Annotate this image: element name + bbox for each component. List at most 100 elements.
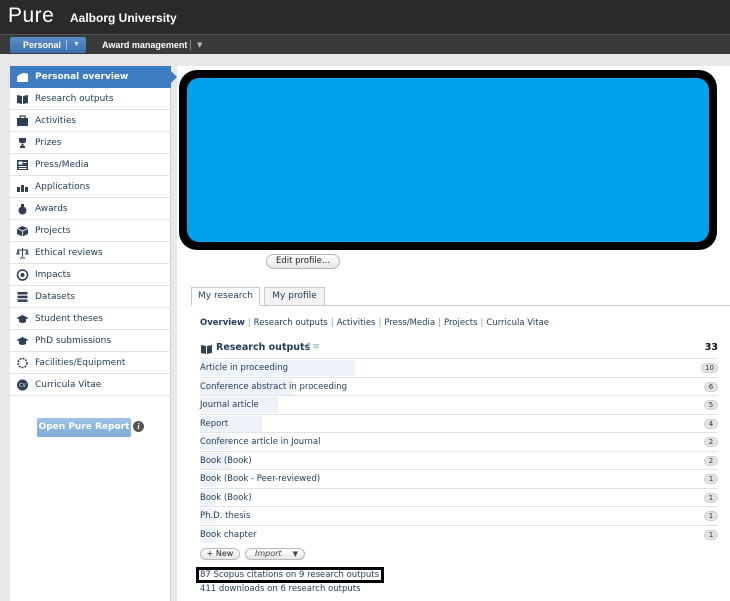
newspaper-icon	[16, 159, 29, 171]
money-bag-icon	[16, 203, 29, 215]
sidebar-item-label: Prizes	[35, 138, 62, 148]
table-row[interactable]: Article in proceeding 10	[200, 358, 718, 377]
subnav-curricula-vitae[interactable]: Curricula Vitae	[486, 318, 549, 328]
sidebar-item-activities[interactable]: Activities	[10, 110, 171, 132]
subnav-research-outputs[interactable]: Research outputs	[254, 318, 328, 328]
pure-logo[interactable]: Pure	[8, 4, 54, 28]
sidebar: Personal overview Research outputs Activ…	[10, 66, 177, 601]
research-output-type-link[interactable]: Book (Book)	[200, 452, 252, 470]
table-row[interactable]: Report 4	[200, 413, 718, 433]
table-row[interactable]: Conference article in Journal 2	[200, 432, 718, 451]
count-badge: 4	[704, 418, 718, 429]
chevron-down-icon[interactable]: ▼	[73, 37, 80, 53]
sidebar-item-awards[interactable]: Awards	[10, 198, 171, 220]
applications-icon	[16, 181, 29, 193]
downloads-link[interactable]: 411 downloads on 6 research outputs	[200, 584, 361, 594]
sidebar-item-curricula-vitae[interactable]: CV Curricula Vitae	[10, 374, 171, 396]
count-badge: 5	[704, 400, 718, 410]
research-output-type-link[interactable]: Book (Book - Peer-reviewed)	[200, 470, 320, 488]
edit-profile-button[interactable]: Edit profile...	[266, 254, 340, 269]
count-badge: 1	[704, 474, 718, 484]
sidebar-item-phd-submissions[interactable]: PhD submissions	[10, 330, 171, 352]
scopus-citations-link[interactable]: 87 Scopus citations on 9 research output…	[200, 570, 379, 580]
research-output-type-link[interactable]: Report	[200, 415, 228, 433]
sidebar-item-impacts[interactable]: Impacts	[10, 264, 171, 286]
table-row[interactable]: Book (Book) 2	[200, 450, 718, 470]
research-output-type-link[interactable]: Book (Book)	[200, 489, 252, 507]
nav-personal-tab[interactable]: Personal ▼	[10, 37, 86, 53]
book-icon	[200, 343, 213, 358]
main-content: Edit profile... My research My profile O…	[177, 66, 730, 601]
subnav-projects[interactable]: Projects	[444, 318, 478, 328]
new-button-label: New	[215, 549, 234, 558]
sort-icon[interactable]: ↑≡	[305, 342, 320, 352]
subnav-activities[interactable]: Activities	[337, 318, 376, 328]
main-navbar: Personal ▼ Award management ▼	[0, 34, 730, 54]
research-outputs-title[interactable]: Research outputs	[216, 342, 310, 353]
count-badge: 1	[704, 511, 718, 521]
research-output-type-link[interactable]: Conference article in Journal	[200, 433, 321, 451]
sidebar-item-applications[interactable]: Applications	[10, 176, 171, 198]
tab-my-profile[interactable]: My profile	[264, 287, 325, 306]
table-row[interactable]: Book (Book) 1	[200, 487, 718, 507]
table-row[interactable]: Ph.D. thesis 1	[200, 506, 718, 525]
organization-name: Aalborg University	[70, 11, 177, 25]
profile-card-fill	[187, 78, 709, 242]
subnav-press-media[interactable]: Press/Media	[384, 318, 435, 328]
sidebar-item-label: Awards	[35, 204, 68, 214]
sidebar-item-datasets[interactable]: Datasets	[10, 286, 171, 308]
scales-icon	[16, 247, 29, 259]
sidebar-item-label: Projects	[35, 226, 71, 236]
nav-separator	[190, 40, 191, 50]
briefcase-icon	[16, 115, 29, 127]
impact-icon	[16, 269, 29, 281]
table-row[interactable]: Book (Book - Peer-reviewed) 1	[200, 469, 718, 488]
sidebar-item-label: Datasets	[35, 292, 75, 302]
research-output-type-link[interactable]: Ph.D. thesis	[200, 507, 250, 525]
nav-separator	[66, 40, 67, 50]
research-output-type-link[interactable]: Book chapter	[200, 526, 257, 544]
sidebar-item-press-media[interactable]: Press/Media	[10, 154, 171, 176]
table-row[interactable]: Book chapter 1	[200, 524, 718, 544]
sidebar-item-projects[interactable]: Projects	[10, 220, 171, 242]
research-outputs-header: Research outputs ↑≡ 33	[200, 342, 718, 356]
sidebar-item-personal-overview[interactable]: Personal overview	[10, 66, 177, 88]
top-header: Pure Aalborg University	[0, 0, 730, 34]
sidebar-item-label: Personal overview	[35, 72, 129, 82]
graduation-cap-icon	[16, 313, 29, 325]
sidebar-item-label: Activities	[35, 116, 77, 126]
cv-icon: CV	[16, 379, 29, 391]
cube-icon	[16, 225, 29, 237]
sidebar-item-label: Research outputs	[35, 94, 114, 104]
research-output-type-link[interactable]: Journal article	[200, 396, 259, 414]
count-badge: 10	[701, 363, 718, 373]
chevron-down-icon[interactable]: ▼	[197, 37, 202, 53]
sidebar-item-facilities-equipment[interactable]: Facilities/Equipment	[10, 352, 171, 374]
count-badge: 2	[704, 437, 718, 447]
sidebar-item-label: Facilities/Equipment	[35, 358, 126, 368]
sidebar-item-research-outputs[interactable]: Research outputs	[10, 88, 171, 110]
research-output-type-link[interactable]: Conference abstract in proceeding	[200, 378, 347, 396]
book-icon	[16, 93, 29, 105]
tab-my-research[interactable]: My research	[191, 287, 260, 306]
research-output-type-link[interactable]: Article in proceeding	[200, 359, 288, 377]
nav-personal-label: Personal	[23, 40, 62, 50]
import-label: Import	[255, 549, 282, 558]
sidebar-item-prizes[interactable]: Prizes	[10, 132, 171, 154]
count-badge: 1	[704, 492, 718, 503]
sidebar-item-ethical-reviews[interactable]: Ethical reviews	[10, 242, 171, 264]
table-row[interactable]: Journal article 5	[200, 395, 718, 414]
svg-text:CV: CV	[19, 383, 26, 389]
subnav-overview[interactable]: Overview	[200, 318, 245, 328]
info-icon[interactable]: i	[133, 421, 144, 432]
facilities-icon	[16, 357, 29, 369]
nav-award-management-tab[interactable]: Award management	[102, 37, 187, 53]
open-pure-report-button[interactable]: Open Pure Report	[37, 418, 131, 437]
sidebar-item-label: Ethical reviews	[35, 248, 103, 258]
database-icon	[16, 291, 29, 303]
table-row[interactable]: Conference abstract in proceeding 6	[200, 376, 718, 396]
trophy-icon	[16, 137, 29, 149]
sidebar-item-student-theses[interactable]: Student theses	[10, 308, 171, 330]
import-dropdown[interactable]: Import ▼	[245, 548, 305, 560]
new-button[interactable]: + New	[200, 548, 240, 560]
